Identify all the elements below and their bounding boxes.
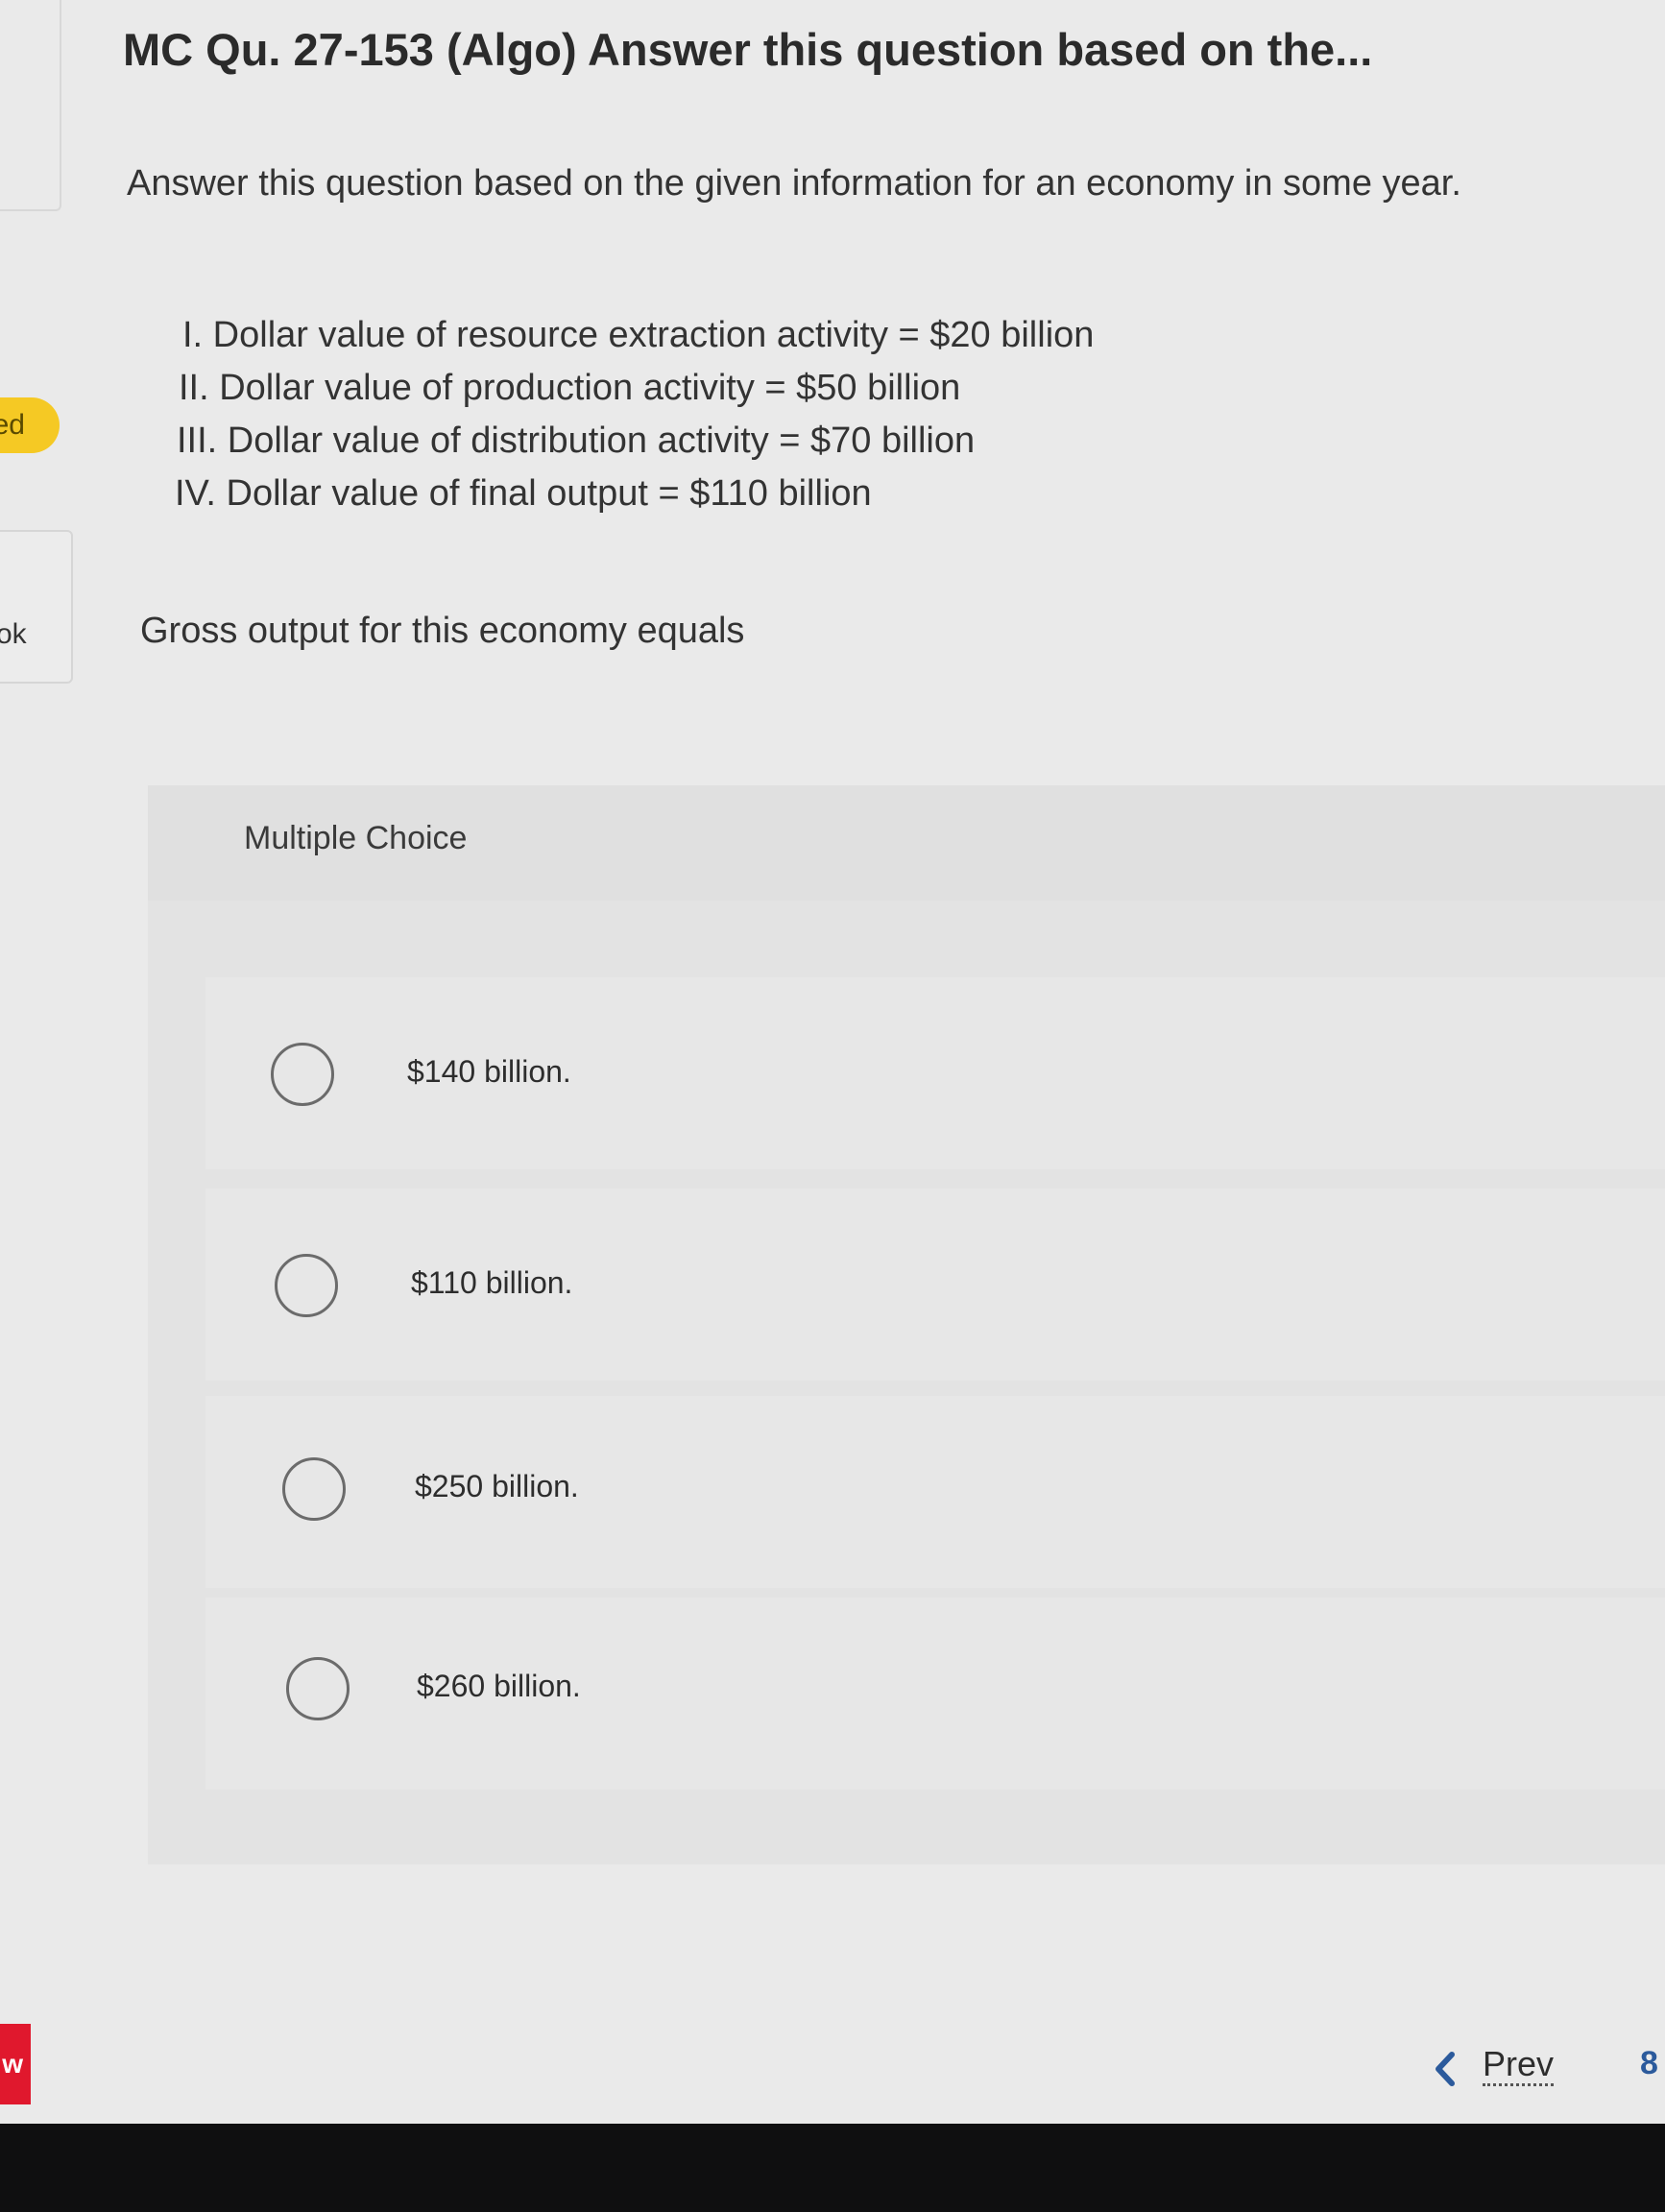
choice-text: $250 billion.	[415, 1469, 579, 1503]
info-item: I. Dollar value of resource extraction a…	[182, 315, 1095, 355]
choice-option-2[interactable]: $110 billion.	[205, 1189, 1665, 1381]
choice-text: $260 billion.	[417, 1669, 581, 1703]
radio-button[interactable]	[286, 1657, 350, 1720]
radio-button[interactable]	[275, 1254, 338, 1317]
multiple-choice-header: Multiple Choice	[148, 785, 1665, 901]
sidebar-panel-top	[0, 0, 61, 211]
info-item: IV. Dollar value of final output = $110 …	[175, 473, 872, 514]
radio-button[interactable]	[282, 1457, 346, 1521]
multiple-choice-panel: Multiple Choice $140 billion. $110 billi…	[148, 785, 1665, 1864]
choice-text: $110 billion.	[411, 1265, 573, 1300]
sidebar-red-tab-label: w	[2, 2049, 23, 2079]
sidebar-item[interactable]: ok	[0, 530, 73, 684]
sidebar-status-badge[interactable]: ed	[0, 397, 60, 453]
content-area: ed ok w MC Qu. 27-153 (Algo) Answer this…	[0, 0, 1665, 2124]
choice-option-3[interactable]: $250 billion.	[205, 1396, 1665, 1588]
quiz-page: ed ok w MC Qu. 27-153 (Algo) Answer this…	[0, 0, 1665, 2212]
question-intro: Answer this question based on the given …	[127, 163, 1461, 204]
choice-option-4[interactable]: $260 billion.	[205, 1598, 1665, 1790]
multiple-choice-label: Multiple Choice	[244, 820, 468, 856]
radio-button[interactable]	[271, 1043, 334, 1106]
info-item: II. Dollar value of production activity …	[179, 368, 961, 408]
info-item: III. Dollar value of distribution activi…	[177, 421, 976, 461]
sidebar-badge-label: ed	[0, 409, 25, 441]
sidebar-item-label: ok	[0, 618, 27, 650]
chevron-left-icon	[1436, 2052, 1455, 2086]
prev-button-label: Prev	[1483, 2045, 1555, 2086]
page-number[interactable]: 8	[1640, 2045, 1658, 2082]
choice-text: $140 billion.	[407, 1054, 571, 1089]
question-info-list: I. Dollar value of resource extraction a…	[175, 309, 1095, 520]
question-prompt: Gross output for this economy equals	[140, 611, 745, 651]
choice-option-1[interactable]: $140 billion.	[205, 977, 1665, 1169]
prev-button[interactable]: Prev	[1421, 2035, 1575, 2103]
sidebar-red-tab[interactable]: w	[0, 2024, 31, 2104]
screen-bottom-bezel	[0, 2124, 1665, 2212]
question-title: MC Qu. 27-153 (Algo) Answer this questio…	[123, 24, 1373, 75]
